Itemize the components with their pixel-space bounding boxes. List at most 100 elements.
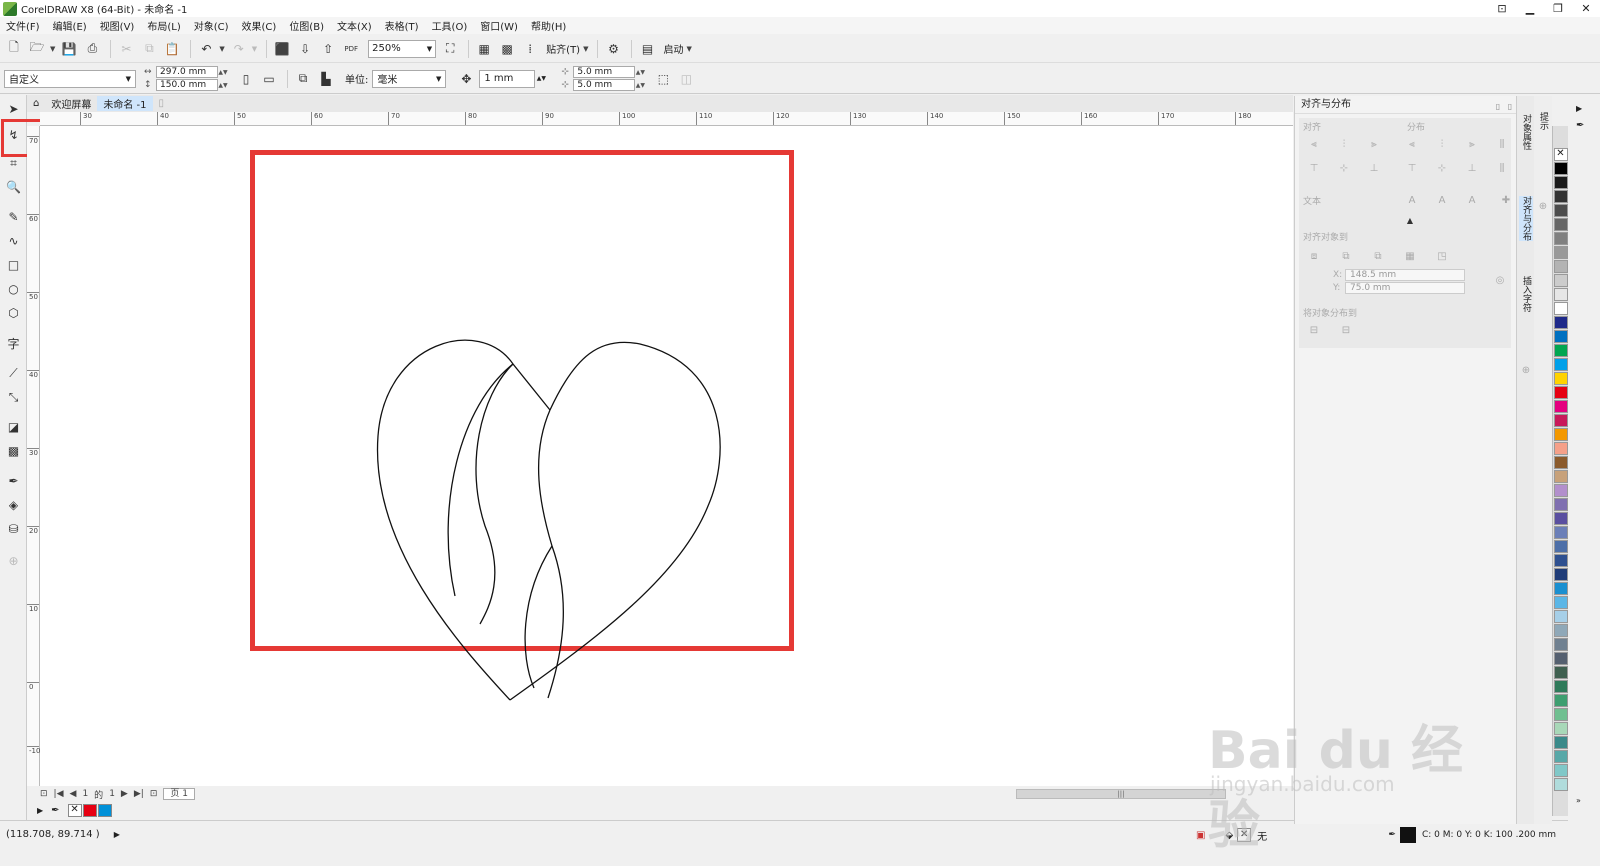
palette-swatch[interactable] bbox=[1553, 736, 1568, 749]
spinner-icon[interactable]: ▲▼ bbox=[535, 75, 547, 82]
palette-swatch[interactable] bbox=[1553, 484, 1568, 497]
restore-sidebar-icon[interactable]: ⊡ bbox=[1488, 2, 1516, 15]
palette-swatch[interactable] bbox=[1553, 316, 1568, 329]
palette-swatch[interactable] bbox=[1553, 750, 1568, 763]
text-bounding-box-icon[interactable]: A bbox=[1465, 194, 1479, 208]
palette-swatch[interactable] bbox=[1553, 358, 1568, 371]
nudge-distance-field[interactable]: 1 mm bbox=[479, 69, 536, 88]
palette-swatch[interactable] bbox=[1553, 568, 1568, 581]
zoom-tool-icon[interactable]: 🔍 bbox=[3, 177, 24, 197]
align-center-h-icon[interactable]: ⫶ bbox=[1337, 138, 1351, 152]
distribute-page-icon[interactable]: ⊟ bbox=[1339, 324, 1353, 338]
menu-text[interactable]: 文本(X) bbox=[337, 18, 372, 33]
palette-swatch[interactable] bbox=[1553, 456, 1568, 469]
palette-swatch[interactable] bbox=[1553, 274, 1568, 287]
palette-swatch[interactable] bbox=[1553, 372, 1568, 385]
palette-swatch[interactable] bbox=[1553, 610, 1568, 623]
blue-swatch[interactable] bbox=[97, 803, 112, 817]
docker-close-icon[interactable]: ▯ bbox=[1503, 100, 1517, 114]
palette-swatch[interactable] bbox=[1553, 596, 1568, 609]
options-gear-icon[interactable]: ⚙ bbox=[603, 39, 623, 59]
current-page-icon[interactable]: ▙ bbox=[316, 69, 336, 89]
palette-swatch[interactable] bbox=[1553, 386, 1568, 399]
page-height-field[interactable]: 150.0 mm bbox=[156, 79, 218, 91]
full-screen-icon[interactable]: ⛶ bbox=[440, 39, 460, 59]
cut-icon[interactable]: ✂ bbox=[116, 39, 136, 59]
palette-swatch[interactable] bbox=[1553, 624, 1568, 637]
show-grid-icon[interactable]: ▩ bbox=[497, 39, 517, 59]
rectangle-tool-icon[interactable]: □ bbox=[3, 255, 24, 275]
horizontal-ruler[interactable]: 30 40 50 60 70 80 90 100 110 120 130 140… bbox=[40, 112, 1293, 126]
menu-view[interactable]: 视图(V) bbox=[100, 18, 135, 33]
fill-bucket-icon[interactable]: ⬙ bbox=[1225, 830, 1233, 841]
drawing-canvas[interactable] bbox=[40, 126, 1293, 786]
palette-swatch[interactable] bbox=[1553, 176, 1568, 189]
smart-fill-tool-icon[interactable]: ⛁ bbox=[3, 519, 24, 539]
application-launcher-icon[interactable]: ▤ bbox=[637, 39, 657, 59]
distribute-top-icon[interactable]: ⊤ bbox=[1405, 162, 1419, 176]
vertical-ruler[interactable]: 70 60 50 40 30 20 10 0 -10 bbox=[27, 126, 40, 786]
duplicate-x-field[interactable]: 5.0 mm bbox=[573, 66, 636, 78]
home-icon[interactable]: ⌂ bbox=[27, 96, 45, 111]
align-grid-icon[interactable]: ▦ bbox=[1403, 250, 1417, 264]
redo-icon[interactable]: ↷ bbox=[229, 39, 249, 59]
save-icon[interactable]: 💾 bbox=[59, 39, 79, 59]
open-dropdown-icon[interactable]: ▼ bbox=[50, 45, 55, 53]
copy-icon[interactable]: ⧉ bbox=[139, 39, 159, 59]
text-baseline-last-icon[interactable]: A bbox=[1435, 194, 1449, 208]
first-page-icon[interactable]: |◀ bbox=[54, 789, 64, 799]
undo-icon[interactable]: ↶ bbox=[196, 39, 216, 59]
palette-swatch[interactable] bbox=[1553, 260, 1568, 273]
collapse-section-icon[interactable]: ▲ bbox=[1403, 214, 1417, 228]
distribute-left-icon[interactable]: ⫷ bbox=[1405, 138, 1419, 152]
align-y-field[interactable]: 75.0 mm bbox=[1345, 282, 1465, 294]
ellipse-tool-icon[interactable]: ○ bbox=[3, 279, 24, 299]
palette-swatch[interactable] bbox=[1553, 526, 1568, 539]
horizontal-scrollbar-thumb[interactable]: ||| bbox=[1016, 789, 1226, 799]
search-content-icon[interactable]: ⬛ bbox=[272, 39, 292, 59]
freehand-tool-icon[interactable]: ✎ bbox=[3, 207, 24, 227]
launch-label[interactable]: 启动 bbox=[663, 41, 683, 56]
treat-as-filled-icon[interactable]: ⬚ bbox=[653, 69, 673, 89]
tab-document[interactable]: 未命名 -1 bbox=[97, 96, 153, 111]
menu-bitmap[interactable]: 位图(B) bbox=[289, 18, 324, 33]
all-pages-icon[interactable]: ⧉ bbox=[293, 69, 313, 89]
palette-swatch[interactable] bbox=[1553, 652, 1568, 665]
redo-dropdown-icon[interactable]: ▼ bbox=[252, 45, 257, 53]
menu-effects[interactable]: 效果(C) bbox=[242, 18, 277, 33]
open-folder-icon[interactable]: 🗁 bbox=[27, 39, 47, 59]
distribute-vspacing-icon[interactable]: ⫼ bbox=[1495, 162, 1509, 176]
zoom-level-select[interactable]: 250% ▼ bbox=[368, 39, 437, 58]
distribute-center-icon[interactable]: ⫶ bbox=[1435, 138, 1449, 152]
no-fill-icon[interactable]: ✕ bbox=[1237, 828, 1252, 842]
tab-hints[interactable]: 提示 bbox=[1536, 112, 1550, 130]
drop-shadow-tool-icon[interactable]: ◪ bbox=[3, 417, 24, 437]
parallel-dimension-tool-icon[interactable]: ⟋ bbox=[3, 363, 24, 383]
palette-eyedropper-icon[interactable]: ✒ bbox=[1576, 120, 1584, 131]
show-rulers-icon[interactable]: ▦ bbox=[474, 39, 494, 59]
palette-swatch[interactable] bbox=[1553, 722, 1568, 735]
align-top-icon[interactable]: ⊤ bbox=[1307, 162, 1321, 176]
tab-welcome-screen[interactable]: 欢迎屏幕 bbox=[45, 96, 97, 111]
palette-scroll-down-icon[interactable]: » bbox=[1576, 796, 1581, 805]
minimize-button[interactable]: ▁ bbox=[1516, 2, 1544, 15]
align-page-edge-icon[interactable]: ⧉ bbox=[1339, 250, 1353, 264]
palette-swatch[interactable] bbox=[1553, 708, 1568, 721]
distribute-middle-icon[interactable]: ⊹ bbox=[1435, 162, 1449, 176]
palette-swatch[interactable] bbox=[1553, 162, 1568, 175]
tab-insert-character[interactable]: 插入字符 bbox=[1519, 276, 1533, 312]
palette-expand-icon[interactable]: ▶ bbox=[37, 806, 43, 815]
next-page-icon[interactable]: ▶ bbox=[121, 789, 128, 799]
landscape-icon[interactable]: ▭ bbox=[259, 69, 279, 89]
color-proof-icon[interactable]: ▣ bbox=[1196, 830, 1205, 841]
palette-swatch[interactable] bbox=[1553, 344, 1568, 357]
palette-swatch[interactable] bbox=[1553, 694, 1568, 707]
palette-swatch[interactable] bbox=[1553, 540, 1568, 553]
spinner-icon[interactable]: ▲▼ bbox=[218, 69, 228, 76]
text-baseline-first-icon[interactable]: A bbox=[1405, 194, 1419, 208]
menu-help[interactable]: 帮助(H) bbox=[531, 18, 566, 33]
print-icon[interactable]: ⎙ bbox=[82, 39, 102, 59]
palette-swatch[interactable] bbox=[1553, 288, 1568, 301]
pick-tool-icon[interactable]: ➤ bbox=[3, 99, 24, 119]
menu-window[interactable]: 窗口(W) bbox=[480, 18, 518, 33]
